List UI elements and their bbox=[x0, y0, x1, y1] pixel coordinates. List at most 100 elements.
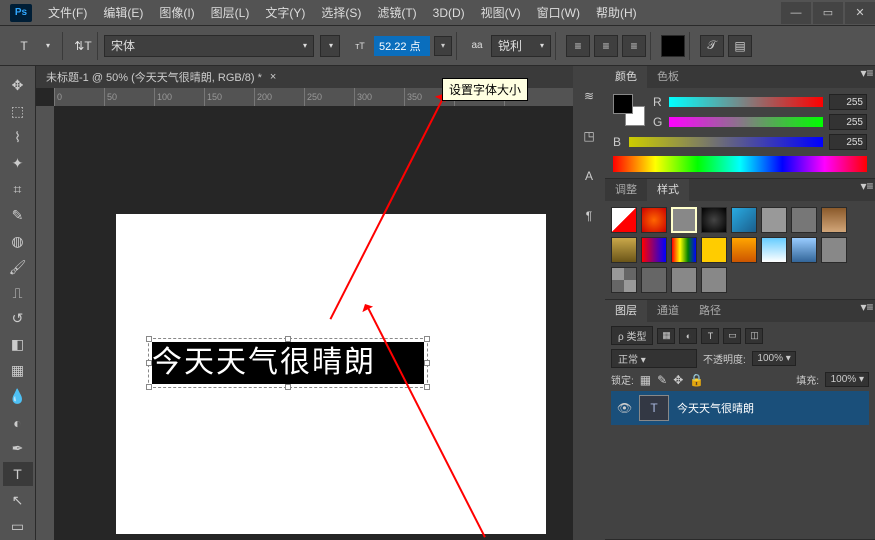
fill-input[interactable]: 100% ▾ bbox=[825, 372, 869, 387]
filter-pixel-icon[interactable]: ▦ bbox=[657, 328, 675, 344]
r-slider[interactable] bbox=[669, 97, 823, 107]
tab-swatches[interactable]: 色板 bbox=[647, 66, 689, 88]
style-swatch[interactable] bbox=[671, 237, 697, 263]
tab-channels[interactable]: 通道 bbox=[647, 300, 689, 322]
transform-handle[interactable] bbox=[285, 384, 291, 390]
menu-type[interactable]: 文字(Y) bbox=[257, 0, 313, 26]
filter-smart-icon[interactable]: ◫ bbox=[745, 328, 763, 344]
lock-all-icon[interactable]: 🔒 bbox=[689, 373, 704, 387]
canvas[interactable]: 今天天气很晴朗 bbox=[116, 214, 546, 534]
eyedropper-tool[interactable]: ✎ bbox=[3, 203, 33, 227]
style-swatch[interactable] bbox=[701, 267, 727, 293]
history-panel-icon[interactable]: ≋ bbox=[579, 86, 599, 106]
layer-filter-dropdown[interactable]: ρ 类型 bbox=[611, 326, 653, 345]
tab-layers[interactable]: 图层 bbox=[605, 300, 647, 322]
text-color-swatch[interactable] bbox=[661, 35, 685, 57]
paragraph-panel-icon[interactable]: ¶ bbox=[579, 206, 599, 226]
menu-window[interactable]: 窗口(W) bbox=[529, 0, 588, 26]
character-panel-icon[interactable]: A bbox=[579, 166, 599, 186]
menu-file[interactable]: 文件(F) bbox=[40, 0, 95, 26]
foreground-background-swatch[interactable] bbox=[613, 94, 645, 126]
move-tool[interactable]: ✥ bbox=[3, 74, 33, 98]
style-swatch[interactable] bbox=[791, 207, 817, 233]
tab-paths[interactable]: 路径 bbox=[689, 300, 731, 322]
lasso-tool[interactable]: ⌇ bbox=[3, 126, 33, 150]
crop-tool[interactable]: ⌗ bbox=[3, 178, 33, 202]
font-family-dropdown[interactable]: 宋体 ▾ bbox=[104, 35, 314, 57]
filter-shape-icon[interactable]: ▭ bbox=[723, 328, 741, 344]
menu-3d[interactable]: 3D(D) bbox=[425, 0, 473, 26]
style-swatch[interactable] bbox=[641, 267, 667, 293]
transform-handle[interactable] bbox=[424, 384, 430, 390]
menu-image[interactable]: 图像(I) bbox=[151, 0, 202, 26]
blur-tool[interactable]: 💧 bbox=[3, 385, 33, 409]
style-swatch[interactable] bbox=[821, 207, 847, 233]
font-size-input[interactable] bbox=[374, 36, 430, 56]
transform-handle[interactable] bbox=[424, 360, 430, 366]
antialiasing-dropdown[interactable]: 锐利 ▾ bbox=[491, 35, 551, 57]
history-brush-tool[interactable]: ↺ bbox=[3, 307, 33, 331]
eraser-tool[interactable]: ◧ bbox=[3, 333, 33, 357]
align-left-button[interactable]: ≡ bbox=[566, 35, 590, 57]
style-swatch[interactable] bbox=[821, 237, 847, 263]
blend-mode-dropdown[interactable]: 正常 ▾ bbox=[611, 349, 697, 368]
shape-tool[interactable]: ▭ bbox=[3, 514, 33, 538]
panel-menu-icon[interactable]: ▾≡ bbox=[859, 300, 875, 322]
text-layer-content[interactable]: 今天天气很晴朗 bbox=[152, 342, 424, 384]
close-document-icon[interactable]: × bbox=[270, 71, 276, 83]
style-swatch[interactable] bbox=[641, 237, 667, 263]
foreground-color-swatch[interactable] bbox=[613, 94, 633, 114]
type-tool[interactable]: T bbox=[3, 462, 33, 486]
lock-position-icon[interactable]: ✥ bbox=[673, 373, 683, 387]
marquee-tool[interactable]: ⬚ bbox=[3, 100, 33, 124]
g-input[interactable] bbox=[829, 114, 867, 130]
lock-transparency-icon[interactable]: ▦ bbox=[640, 373, 651, 387]
chevron-down-icon[interactable]: ▾ bbox=[38, 36, 58, 56]
gradient-tool[interactable]: ▦ bbox=[3, 359, 33, 383]
layer-item[interactable]: 👁 T 今天天气很晴朗 bbox=[611, 391, 869, 425]
tab-adjustments[interactable]: 调整 bbox=[605, 179, 647, 201]
style-swatch[interactable] bbox=[611, 237, 637, 263]
wand-tool[interactable]: ✦ bbox=[3, 152, 33, 176]
style-swatch[interactable] bbox=[761, 207, 787, 233]
tab-styles[interactable]: 样式 bbox=[647, 179, 689, 201]
properties-panel-icon[interactable]: ◳ bbox=[579, 126, 599, 146]
r-input[interactable] bbox=[829, 94, 867, 110]
character-panel-button[interactable]: ▤ bbox=[728, 35, 752, 57]
g-slider[interactable] bbox=[669, 117, 823, 127]
style-swatch[interactable] bbox=[641, 207, 667, 233]
b-slider[interactable] bbox=[629, 137, 823, 147]
menu-select[interactable]: 选择(S) bbox=[313, 0, 369, 26]
style-swatch[interactable] bbox=[701, 237, 727, 263]
style-swatch[interactable] bbox=[611, 207, 637, 233]
dodge-tool[interactable]: ◐ bbox=[3, 411, 33, 435]
font-size-stepper[interactable]: ▾ bbox=[434, 36, 452, 56]
align-center-button[interactable]: ≡ bbox=[594, 35, 618, 57]
panel-menu-icon[interactable]: ▾≡ bbox=[859, 179, 875, 201]
stamp-tool[interactable]: ⎍ bbox=[3, 281, 33, 305]
color-spectrum[interactable] bbox=[613, 156, 867, 172]
style-swatch[interactable] bbox=[671, 267, 697, 293]
style-swatch[interactable] bbox=[701, 207, 727, 233]
filter-adjustment-icon[interactable]: ◐ bbox=[679, 328, 697, 344]
warp-text-button[interactable]: 𝒯 bbox=[700, 35, 724, 57]
menu-edit[interactable]: 编辑(E) bbox=[95, 0, 151, 26]
style-swatch[interactable] bbox=[611, 267, 637, 293]
style-swatch[interactable] bbox=[731, 207, 757, 233]
style-swatch[interactable] bbox=[761, 237, 787, 263]
style-swatch[interactable] bbox=[671, 207, 697, 233]
menu-filter[interactable]: 滤镜(T) bbox=[369, 0, 424, 26]
minimize-button[interactable]: — bbox=[781, 2, 811, 24]
align-right-button[interactable]: ≡ bbox=[622, 35, 646, 57]
layer-name[interactable]: 今天天气很晴朗 bbox=[677, 400, 754, 416]
style-swatch[interactable] bbox=[791, 237, 817, 263]
transform-handle[interactable] bbox=[424, 336, 430, 342]
layer-thumbnail[interactable]: T bbox=[639, 395, 669, 421]
menu-view[interactable]: 视图(V) bbox=[473, 0, 529, 26]
path-tool[interactable]: ↖ bbox=[3, 488, 33, 512]
b-input[interactable] bbox=[829, 134, 867, 150]
tab-color[interactable]: 颜色 bbox=[605, 66, 647, 88]
menu-layer[interactable]: 图层(L) bbox=[203, 0, 258, 26]
orientation-icon[interactable]: ⇅T bbox=[73, 36, 93, 56]
panel-menu-icon[interactable]: ▾≡ bbox=[859, 66, 875, 88]
